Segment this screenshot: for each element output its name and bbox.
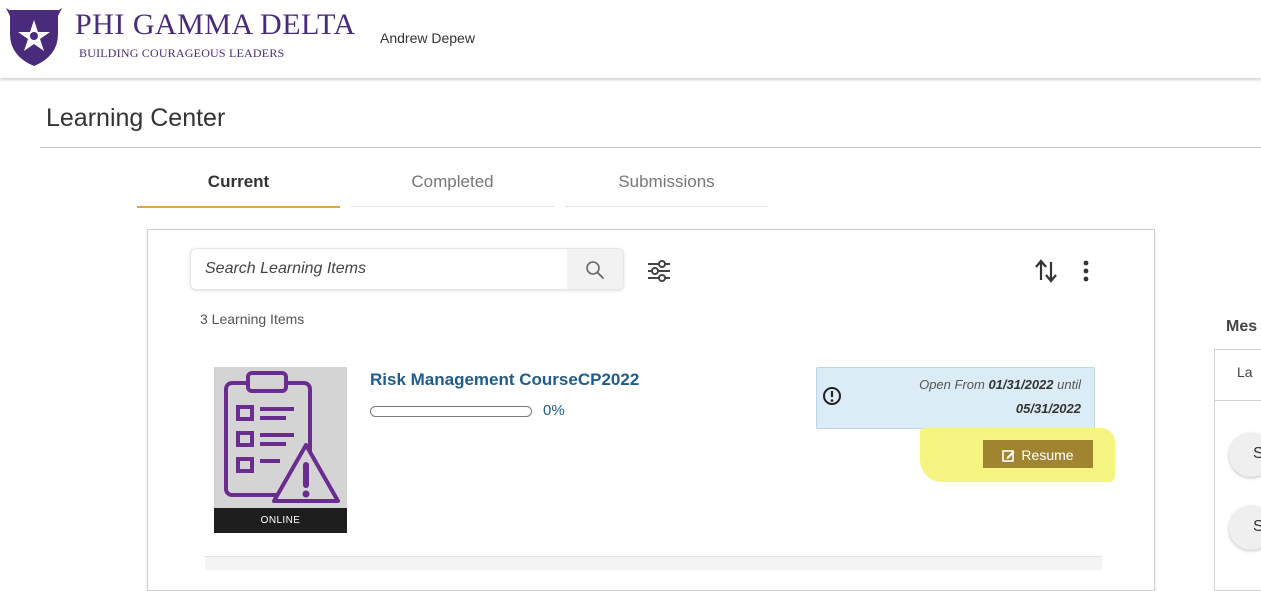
page-title: Learning Center — [46, 104, 226, 132]
messages-tab[interactable]: La — [1237, 364, 1253, 380]
message-avatar-2-letter: S — [1253, 518, 1261, 535]
tab-completed[interactable]: Completed — [351, 160, 554, 207]
tab-current[interactable]: Current — [137, 160, 340, 208]
clipboard-warning-icon — [224, 371, 340, 503]
item-count: 3 Learning Items — [200, 311, 305, 327]
next-item-row — [205, 556, 1102, 570]
course-thumbnail[interactable]: ONLINE — [214, 367, 347, 533]
availability-start-date: 01/31/2022 — [988, 377, 1054, 392]
resume-label: Resume — [1021, 447, 1074, 463]
edit-icon — [1002, 450, 1015, 462]
sort-icon[interactable] — [1034, 258, 1058, 284]
course-title-link[interactable]: Risk Management CourseCP2022 — [370, 370, 639, 390]
availability-line-2: 05/31/2022 — [1016, 401, 1081, 416]
availability-prefix: Open From — [919, 377, 989, 392]
alert-circle-icon — [823, 387, 841, 405]
resume-button[interactable]: Resume — [983, 440, 1093, 468]
messages-divider — [1215, 400, 1261, 401]
course-type-tag: ONLINE — [214, 508, 347, 533]
messages-heading: Mes — [1226, 318, 1258, 335]
brand-tagline: BUILDING COURAGEOUS LEADERS — [79, 46, 285, 60]
availability-until: until — [1053, 377, 1081, 392]
tab-submissions[interactable]: Submissions — [565, 160, 768, 207]
message-avatar-1-letter: S — [1253, 445, 1261, 462]
top-bar: PHI GAMMA DELTA BUILDING COURAGEOUS LEAD… — [0, 0, 1261, 78]
search-icon — [586, 261, 604, 279]
availability-line-1: Open From 01/31/2022 until — [919, 377, 1081, 392]
user-name[interactable]: Andrew Depew — [380, 30, 475, 46]
availability-end-date: 05/31/2022 — [1015, 401, 1081, 416]
progress-percent: 0% — [543, 402, 565, 419]
title-divider — [40, 147, 1261, 148]
availability-box: Open From 01/31/2022 until 05/31/2022 — [816, 367, 1095, 429]
progress-bar — [370, 406, 532, 417]
search-button[interactable] — [567, 249, 623, 289]
more-vertical-icon[interactable] — [1078, 258, 1094, 284]
search-input[interactable] — [205, 249, 555, 289]
brand-name: PHI GAMMA DELTA — [75, 8, 356, 41]
filter-sliders-icon[interactable] — [646, 258, 672, 284]
phi-gamma-delta-logo[interactable] — [4, 4, 64, 68]
search-box — [190, 248, 624, 290]
